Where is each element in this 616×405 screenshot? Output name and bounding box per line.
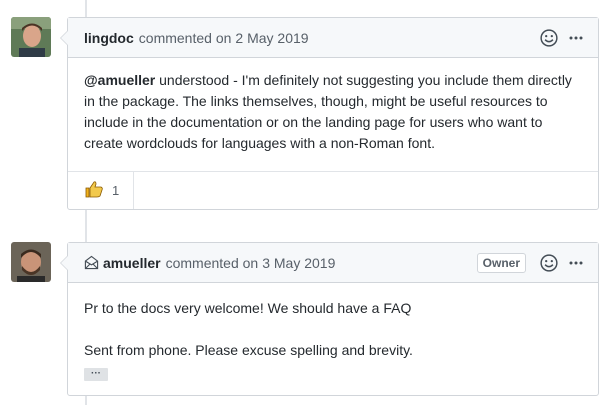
comment-text-line2: Sent from phone. Please excuse spelling … — [84, 342, 413, 358]
comment-date[interactable]: 2 May 2019 — [235, 30, 308, 46]
comment-amueller: amueller commented on 3 May 2019 Owner P… — [60, 242, 599, 396]
comment-body: @amueller understood - I'm definitely no… — [68, 58, 598, 168]
owner-badge: Owner — [476, 252, 526, 273]
comment-header: lingdoc commented on 2 May 2019 — [68, 18, 598, 58]
comment-date[interactable]: 3 May 2019 — [262, 255, 335, 271]
thumbs-up-icon — [84, 179, 104, 202]
comment-body: Pr to the docs very welcome! We should h… — [68, 283, 598, 396]
more-options-icon[interactable] — [568, 30, 584, 46]
reaction-thumbs-up[interactable]: 1 — [68, 172, 135, 209]
comment-author[interactable]: amueller — [103, 255, 161, 271]
more-options-icon[interactable] — [568, 255, 584, 271]
user-mention[interactable]: @amueller — [84, 72, 155, 88]
add-reaction-icon[interactable] — [540, 28, 558, 47]
add-reaction-icon[interactable] — [540, 253, 558, 272]
avatar-lingdoc[interactable] — [11, 17, 51, 57]
comment-text: understood - I'm definitely not suggesti… — [84, 72, 572, 151]
comment-header: amueller commented on 3 May 2019 Owner — [68, 243, 598, 283]
email-icon — [84, 255, 99, 270]
reactions-bar: 1 — [68, 171, 598, 209]
expand-hidden-text-button[interactable]: ··· — [84, 368, 108, 381]
comment-action: commented on — [138, 29, 232, 46]
comment-author[interactable]: lingdoc — [84, 30, 134, 46]
comment-lingdoc: lingdoc commented on 2 May 2019 @amuelle… — [60, 17, 599, 210]
avatar-amueller[interactable] — [11, 242, 51, 282]
comment-action: commented on — [165, 254, 259, 271]
comment-text-line1: Pr to the docs very welcome! We should h… — [84, 300, 412, 316]
reaction-count: 1 — [112, 183, 120, 198]
